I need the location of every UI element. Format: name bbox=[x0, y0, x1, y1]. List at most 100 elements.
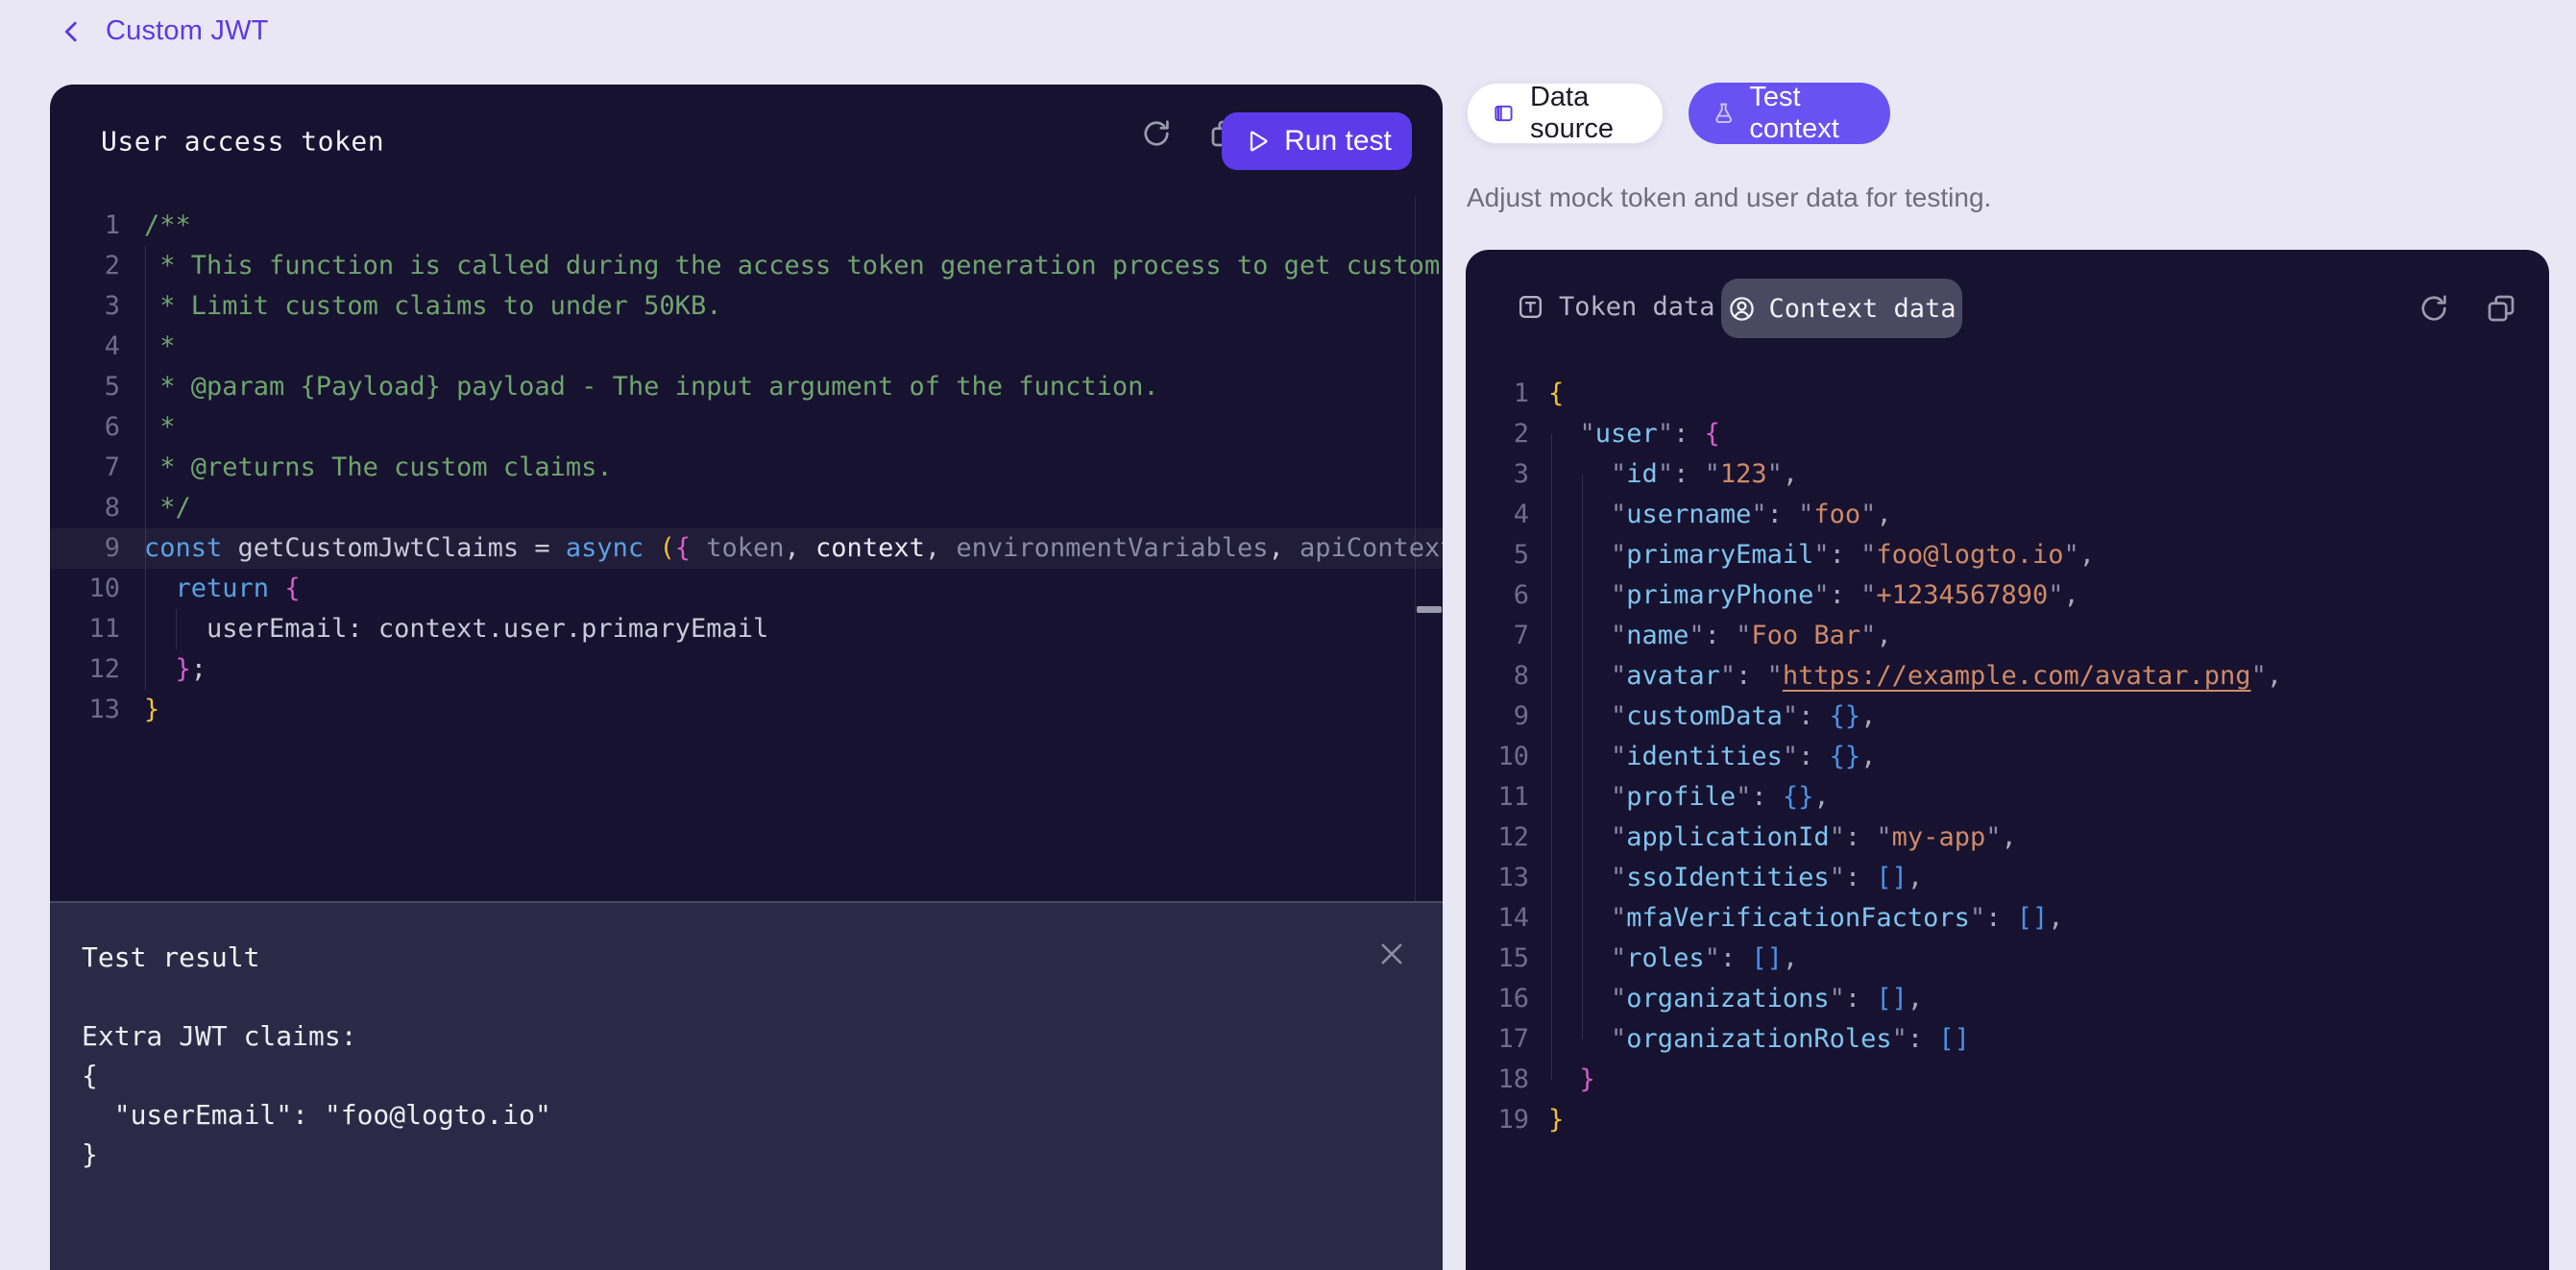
json-editor[interactable]: 1{2 "user": {3 "id": "123",4 "username":… bbox=[1466, 354, 2549, 1270]
close-test-result-button[interactable] bbox=[1375, 938, 1408, 970]
context-data-label: Context data bbox=[1768, 294, 1956, 324]
code-token: " bbox=[1658, 459, 1673, 489]
reset-code-button[interactable] bbox=[1139, 116, 1174, 151]
code-line[interactable]: 16 "organizations": [], bbox=[1466, 979, 2549, 1019]
tab-token-data[interactable]: Token data bbox=[1516, 277, 1715, 336]
code-token: , bbox=[1783, 459, 1798, 489]
code-line[interactable]: 3 "id": "123", bbox=[1466, 454, 2549, 495]
code-line[interactable]: 5 * @param {Payload} payload - The input… bbox=[50, 367, 1443, 407]
user-circle-icon bbox=[1727, 294, 1757, 324]
code-token: { bbox=[675, 533, 691, 563]
code-line[interactable]: 9const getCustomJwtClaims = async ({ tok… bbox=[50, 528, 1443, 569]
code-editor[interactable]: 1/**2 * This function is called during t… bbox=[50, 197, 1443, 901]
line-number: 12 bbox=[1466, 818, 1529, 858]
code-token: : bbox=[1830, 580, 1861, 610]
code-line[interactable]: 7 * @returns The custom claims. bbox=[50, 448, 1443, 488]
line-number: 3 bbox=[1466, 454, 1529, 495]
code-token: } bbox=[1548, 1105, 1564, 1135]
reset-context-button[interactable] bbox=[2417, 291, 2451, 326]
editor-title: User access token bbox=[101, 125, 384, 157]
code-line[interactable]: 3 * Limit custom claims to under 50KB. bbox=[50, 286, 1443, 327]
code-line[interactable]: 14 "mfaVerificationFactors": [], bbox=[1466, 898, 2549, 939]
tab-context-data[interactable]: Context data bbox=[1721, 279, 1962, 338]
code-line[interactable]: 11 "profile": {}, bbox=[1466, 777, 2549, 818]
code-token: * @param {Payload} payload - The input a… bbox=[144, 372, 1159, 402]
caption: Adjust mock token and user data for test… bbox=[1467, 183, 1991, 213]
code-line[interactable]: 19} bbox=[1466, 1100, 2549, 1140]
code-token: {} bbox=[1830, 742, 1861, 771]
code-line[interactable]: 18 } bbox=[1466, 1060, 2549, 1100]
code-token: " bbox=[1767, 459, 1783, 489]
line-number: 19 bbox=[1466, 1100, 1529, 1140]
code-line[interactable]: 6 "primaryPhone": "+1234567890", bbox=[1466, 575, 2549, 616]
code-token: } bbox=[176, 654, 191, 684]
code-line[interactable]: 11 userEmail: context.user.primaryEmail bbox=[50, 609, 1443, 649]
code-line[interactable]: 15 "roles": [], bbox=[1466, 939, 2549, 979]
code-text: } bbox=[1548, 1060, 1595, 1100]
code-line[interactable]: 1/** bbox=[50, 206, 1443, 246]
indent-guide bbox=[1582, 475, 1583, 1039]
code-line[interactable]: 2 "user": { bbox=[1466, 414, 2549, 454]
code-line[interactable]: 8 "avatar": "https://example.com/avatar.… bbox=[1466, 656, 2549, 696]
editor-scrollbar-thumb[interactable] bbox=[1417, 606, 1442, 613]
code-token: , bbox=[1908, 984, 1923, 1014]
code-line[interactable]: 10 return { bbox=[50, 569, 1443, 609]
tab-data-source[interactable]: Data source bbox=[1467, 83, 1664, 144]
code-line[interactable]: 12 }; bbox=[50, 649, 1443, 690]
code-line[interactable]: 4 * bbox=[50, 327, 1443, 367]
code-line[interactable]: 10 "identities": {}, bbox=[1466, 737, 2549, 777]
code-token: " bbox=[1611, 661, 1626, 691]
line-number: 11 bbox=[1466, 777, 1529, 818]
code-token bbox=[1548, 863, 1611, 892]
line-number: 3 bbox=[50, 286, 120, 327]
tab-test-context[interactable]: Test context bbox=[1689, 83, 1890, 144]
code-line[interactable]: 8 */ bbox=[50, 488, 1443, 528]
code-text: { bbox=[1548, 374, 1564, 414]
code-token bbox=[1548, 580, 1611, 610]
code-line[interactable]: 13} bbox=[50, 690, 1443, 730]
line-number: 5 bbox=[50, 367, 120, 407]
code-token: : bbox=[1673, 419, 1705, 449]
code-line[interactable]: 12 "applicationId": "my-app", bbox=[1466, 818, 2549, 858]
code-line[interactable]: 13 "ssoIdentities": [], bbox=[1466, 858, 2549, 898]
line-number: 8 bbox=[50, 488, 120, 528]
code-token: primaryEmail bbox=[1626, 540, 1813, 570]
code-token: " bbox=[1860, 580, 1876, 610]
code-token bbox=[1548, 822, 1611, 852]
code-token bbox=[1548, 419, 1580, 449]
code-token: customData bbox=[1626, 701, 1783, 731]
code-line[interactable]: 1{ bbox=[1466, 374, 2549, 414]
code-line[interactable]: 7 "name": "Foo Bar", bbox=[1466, 616, 2549, 656]
code-line[interactable]: 9 "customData": {}, bbox=[1466, 696, 2549, 737]
copy-context-button[interactable] bbox=[2484, 291, 2518, 326]
code-token: : bbox=[1798, 742, 1830, 771]
code-token: " bbox=[1813, 540, 1829, 570]
code-token: " bbox=[1611, 701, 1626, 731]
code-line[interactable]: 4 "username": "foo", bbox=[1466, 495, 2549, 535]
code-token: " bbox=[1720, 661, 1736, 691]
code-token: " bbox=[1830, 984, 1845, 1014]
code-token bbox=[1548, 701, 1611, 731]
code-line[interactable]: 17 "organizationRoles": [] bbox=[1466, 1019, 2549, 1060]
code-token: , bbox=[1813, 782, 1829, 812]
back-link[interactable]: Custom JWT bbox=[58, 15, 269, 47]
code-token: organizationRoles bbox=[1626, 1024, 1891, 1054]
code-token: : bbox=[1673, 459, 1705, 489]
code-token: getCustomJwtClaims = bbox=[222, 533, 566, 563]
code-text: */ bbox=[144, 488, 191, 528]
code-line[interactable]: 2 * This function is called during the a… bbox=[50, 246, 1443, 286]
code-token: /** bbox=[144, 210, 191, 240]
code-token: const bbox=[144, 533, 222, 563]
code-line[interactable]: 6 * bbox=[50, 407, 1443, 448]
code-token: " bbox=[1876, 822, 1891, 852]
code-token: " bbox=[2251, 661, 2267, 691]
code-token: " bbox=[1860, 621, 1876, 650]
code-token: applicationId bbox=[1626, 822, 1829, 852]
code-text: "primaryPhone": "+1234567890", bbox=[1548, 575, 2079, 616]
code-token: {} bbox=[1830, 701, 1861, 731]
back-link-label: Custom JWT bbox=[106, 15, 269, 47]
code-token: apiContext bbox=[1300, 533, 1443, 563]
run-test-button[interactable]: Run test bbox=[1222, 112, 1412, 170]
code-token: ssoIdentities bbox=[1626, 863, 1829, 892]
code-line[interactable]: 5 "primaryEmail": "foo@logto.io", bbox=[1466, 535, 2549, 575]
